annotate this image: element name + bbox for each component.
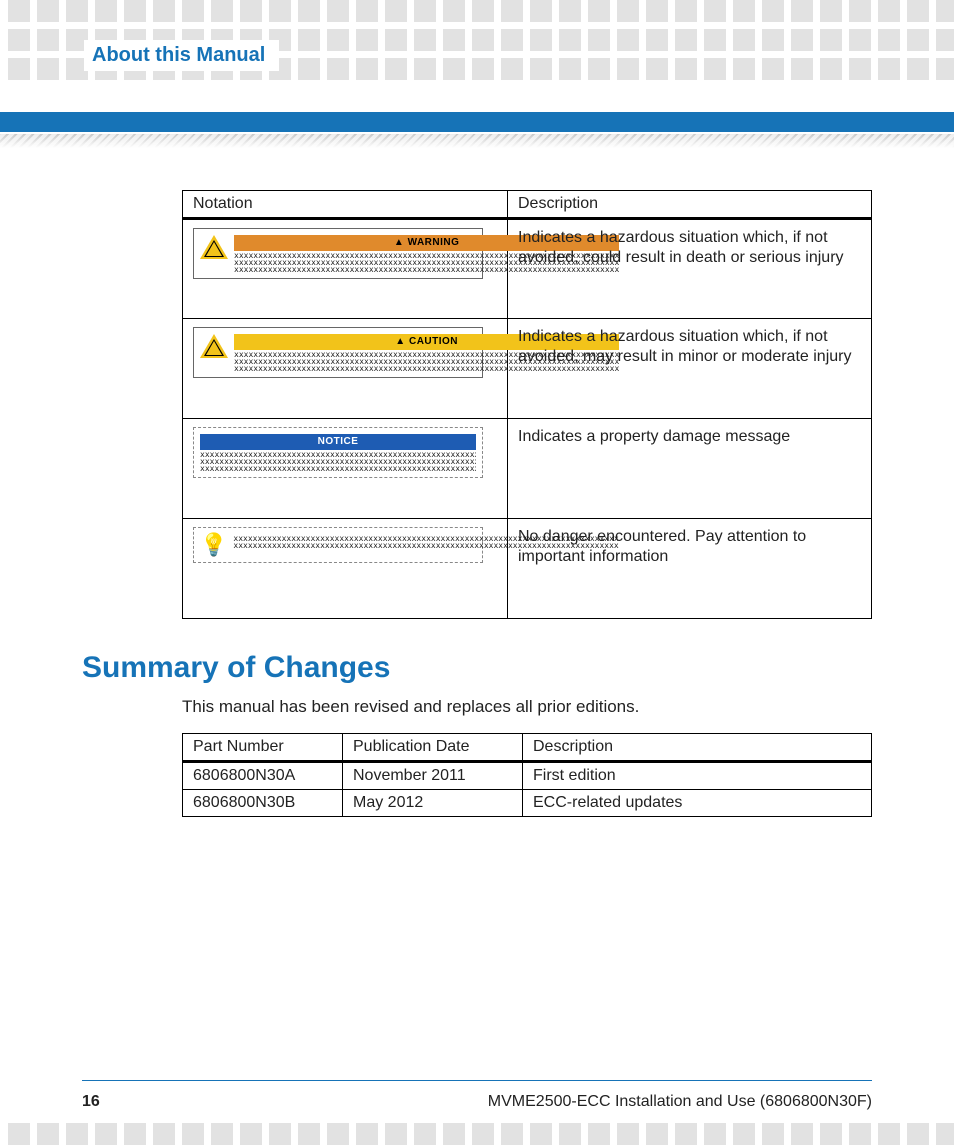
- footer: 16 MVME2500-ECC Installation and Use (68…: [82, 1093, 872, 1111]
- page-header-title: About this Manual: [84, 40, 279, 71]
- summary-of-changes-heading: Summary of Changes: [82, 651, 872, 685]
- changes-row: 6806800N30A November 2011 First edition: [183, 762, 872, 790]
- header-shadow: [0, 134, 954, 148]
- notice-bar-label: NOTICE: [200, 434, 476, 450]
- footer-doc-title: MVME2500-ECC Installation and Use (68068…: [488, 1093, 872, 1111]
- footer-rule: [82, 1080, 872, 1081]
- notation-desc-info: No danger encountered. Pay attention to …: [508, 519, 872, 619]
- lightbulb-icon: 💡: [200, 534, 227, 556]
- warning-triangle-icon: [200, 235, 228, 259]
- changes-header-desc: Description: [523, 734, 872, 762]
- changes-table: Part Number Publication Date Description…: [182, 733, 872, 817]
- notation-table: Notation Description ▲ WARNING xxxxxxxxx…: [182, 190, 872, 619]
- notation-header-description: Description: [508, 191, 872, 219]
- warning-sample: ▲ WARNING xxxxxxxxxxxxxxxxxxxxxxxxxxxxxx…: [193, 228, 483, 279]
- notation-desc-notice: Indicates a property damage message: [508, 419, 872, 519]
- changes-header-part: Part Number: [183, 734, 343, 762]
- page-number: 16: [82, 1093, 100, 1111]
- header-blue-bar: [0, 112, 954, 132]
- notation-row-notice: NOTICE xxxxxxxxxxxxxxxxxxxxxxxxxxxxxxxxx…: [183, 419, 872, 519]
- summary-intro-text: This manual has been revised and replace…: [182, 697, 872, 717]
- notation-row-info: 💡 xxxxxxxxxxxxxxxxxxxxxxxxxxxxxxxxxxxxxx…: [183, 519, 872, 619]
- changes-header-date: Publication Date: [343, 734, 523, 762]
- caution-triangle-icon: [200, 334, 228, 358]
- notation-row-warning: ▲ WARNING xxxxxxxxxxxxxxxxxxxxxxxxxxxxxx…: [183, 219, 872, 319]
- notation-header-notation: Notation: [183, 191, 508, 219]
- changes-row: 6806800N30B May 2012 ECC-related updates: [183, 790, 872, 817]
- notation-row-caution: ▲ CAUTION xxxxxxxxxxxxxxxxxxxxxxxxxxxxxx…: [183, 319, 872, 419]
- info-sample: 💡 xxxxxxxxxxxxxxxxxxxxxxxxxxxxxxxxxxxxxx…: [193, 527, 483, 563]
- notice-sample: NOTICE xxxxxxxxxxxxxxxxxxxxxxxxxxxxxxxxx…: [193, 427, 483, 478]
- footer-decorative-grid: [0, 1123, 954, 1145]
- caution-sample: ▲ CAUTION xxxxxxxxxxxxxxxxxxxxxxxxxxxxxx…: [193, 327, 483, 378]
